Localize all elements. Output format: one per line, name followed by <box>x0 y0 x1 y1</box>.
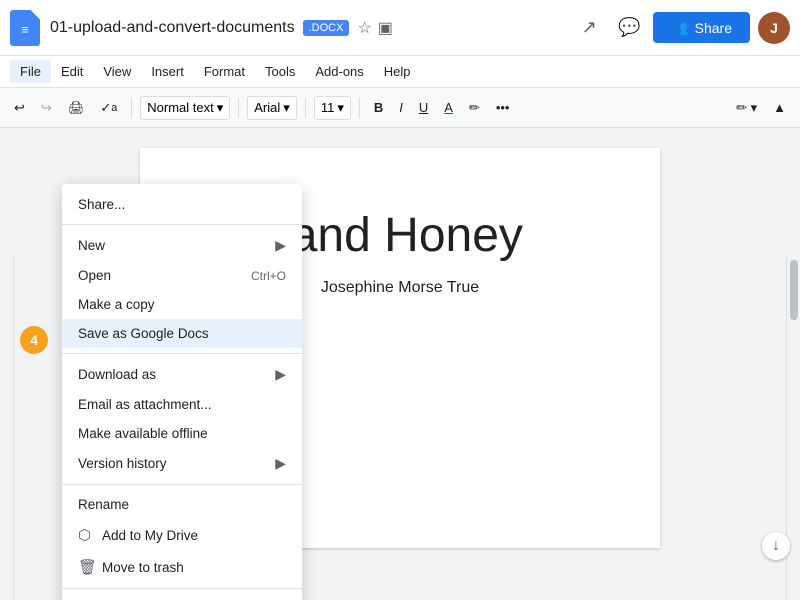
share-button[interactable]: 👥 Share <box>653 12 750 43</box>
dd-divider-4 <box>62 588 302 589</box>
dd-move-to-trash-label: Move to trash <box>102 560 184 575</box>
scroll-thumb[interactable] <box>790 260 798 320</box>
toolbar: ↩ ↪ 🖨 ✓a Normal text ▾ Arial ▾ 11 ▾ B I … <box>0 88 800 128</box>
chevron-down-icon: ▾ <box>217 100 224 116</box>
menu-item-view[interactable]: View <box>93 60 141 83</box>
dd-add-to-drive-label: Add to My Drive <box>102 528 198 543</box>
doc-title: 01-upload-and-convert-documents <box>50 19 295 37</box>
folder-icon[interactable]: ▣ <box>378 18 393 38</box>
chevron-down-icon: ▾ <box>283 100 290 116</box>
text-style-select[interactable]: Normal text ▾ <box>140 96 230 120</box>
dd-version-history[interactable]: Version history ▶ <box>62 448 302 479</box>
trash-icon: 🗑 <box>78 558 98 576</box>
undo-btn[interactable]: ↩ <box>8 96 31 120</box>
arrow-icon-download: ▶ <box>275 366 286 383</box>
dd-share[interactable]: Share... <box>62 190 302 219</box>
dd-make-copy-label: Make a copy <box>78 297 155 312</box>
docx-badge: .DOCX <box>303 20 350 36</box>
dd-open[interactable]: Open Ctrl+O <box>62 261 302 290</box>
arrow-icon: ▶ <box>275 237 286 254</box>
more-btn[interactable]: ••• <box>490 96 516 119</box>
top-bar: ≡ 01-upload-and-convert-documents .DOCX … <box>0 0 800 56</box>
underline-btn[interactable]: U <box>413 96 434 119</box>
menu-item-file[interactable]: File <box>10 60 51 83</box>
menu-item-tools[interactable]: Tools <box>255 60 305 83</box>
people-icon: 👥 <box>671 19 688 36</box>
toolbar-sep-4 <box>359 98 360 118</box>
badge-4: 4 <box>20 326 48 354</box>
spellcheck-btn[interactable]: ✓a <box>94 96 123 120</box>
title-icons: ☆ ▣ <box>357 18 392 38</box>
dd-add-to-drive[interactable]: ⬡ Add to My Drive <box>62 519 302 551</box>
menu-item-edit[interactable]: Edit <box>51 60 93 83</box>
toolbar-sep-1 <box>131 98 132 118</box>
dd-download-as[interactable]: Download as ▶ <box>62 359 302 390</box>
dd-divider-3 <box>62 484 302 485</box>
dd-share-label: Share... <box>78 197 125 212</box>
text-color-btn[interactable]: A <box>438 96 459 119</box>
trend-icon-btn[interactable]: ↗ <box>573 12 605 44</box>
drive-icon: ⬡ <box>78 526 98 544</box>
menu-item-format[interactable]: Format <box>194 60 255 83</box>
dd-publish-web[interactable]: Publish to the web... <box>62 594 302 600</box>
editing-mode-btn[interactable]: ✏ ▾ <box>730 96 763 120</box>
menu-bar: File Edit View Insert Format Tools Add-o… <box>0 56 800 88</box>
dd-available-offline[interactable]: Make available offline <box>62 419 302 448</box>
top-right-actions: ↗ 💬 👥 Share J <box>573 12 790 44</box>
scroll-bottom-btn[interactable]: ↓ <box>762 532 790 560</box>
dd-open-label: Open <box>78 268 111 283</box>
dd-email-attachment[interactable]: Email as attachment... <box>62 390 302 419</box>
dd-divider-2 <box>62 353 302 354</box>
dd-download-as-label: Download as <box>78 367 156 382</box>
dd-new-label: New <box>78 238 105 253</box>
dd-available-offline-label: Make available offline <box>78 426 208 441</box>
dd-new[interactable]: New ▶ <box>62 230 302 261</box>
toolbar-sep-3 <box>305 98 306 118</box>
dd-save-google-docs-label: Save as Google Docs <box>78 326 209 341</box>
print-btn[interactable]: 🖨 <box>62 96 91 120</box>
font-size-select[interactable]: 11 ▾ <box>314 96 351 120</box>
menu-item-insert[interactable]: Insert <box>141 60 194 83</box>
comment-icon-btn[interactable]: 💬 <box>613 12 645 44</box>
file-dropdown-menu: Share... New ▶ Open Ctrl+O Make a copy S… <box>62 184 302 600</box>
dd-version-history-label: Version history <box>78 456 167 471</box>
italic-btn[interactable]: I <box>393 96 409 119</box>
arrow-icon-version: ▶ <box>275 455 286 472</box>
menu-item-addons[interactable]: Add-ons <box>305 60 373 83</box>
dd-make-copy[interactable]: Make a copy <box>62 290 302 319</box>
toolbar-sep-2 <box>238 98 239 118</box>
collapse-btn[interactable]: ▲ <box>767 96 792 119</box>
dd-move-to-trash[interactable]: 🗑 Move to trash <box>62 551 302 583</box>
star-icon[interactable]: ☆ <box>357 18 371 38</box>
avatar[interactable]: J <box>758 12 790 44</box>
dd-email-attachment-label: Email as attachment... <box>78 397 212 412</box>
document-area: ees and Honey Josephine Morse True Share… <box>0 128 800 600</box>
bold-btn[interactable]: B <box>368 96 389 119</box>
dd-save-google-docs[interactable]: Save as Google Docs <box>62 319 302 348</box>
font-select[interactable]: Arial ▾ <box>247 96 297 120</box>
chevron-down-icon: ▾ <box>337 100 344 116</box>
left-margin <box>0 256 14 600</box>
dd-rename[interactable]: Rename <box>62 490 302 519</box>
dd-rename-label: Rename <box>78 497 129 512</box>
menu-item-help[interactable]: Help <box>374 60 421 83</box>
doc-icon: ≡ <box>10 10 40 46</box>
redo-btn[interactable]: ↪ <box>35 96 58 120</box>
dd-open-shortcut: Ctrl+O <box>251 269 286 283</box>
highlight-btn[interactable]: ✏ <box>463 96 486 120</box>
dd-divider-1 <box>62 224 302 225</box>
